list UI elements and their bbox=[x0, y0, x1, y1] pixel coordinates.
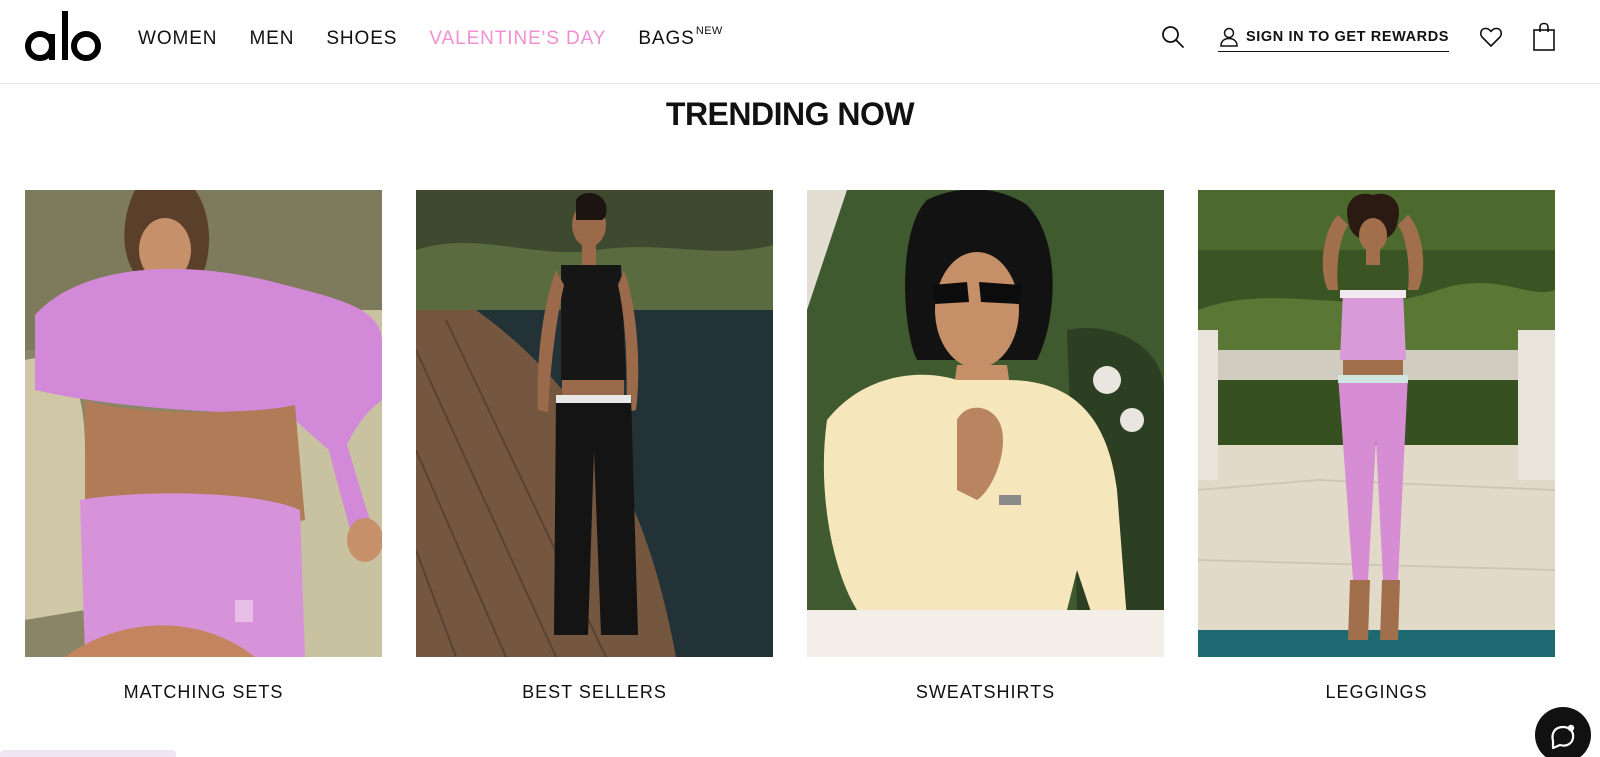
category-label-sweatshirts[interactable]: SWEATSHIRTS bbox=[807, 682, 1164, 703]
alo-logo[interactable] bbox=[24, 9, 102, 65]
category-card-matching-sets: MATCHING SETS bbox=[25, 190, 382, 703]
category-label-matching-sets[interactable]: MATCHING SETS bbox=[25, 682, 382, 703]
nav-item-women[interactable]: WOMEN bbox=[138, 26, 217, 52]
wishlist-button[interactable] bbox=[1478, 24, 1504, 50]
category-label-best-sellers[interactable]: BEST SELLERS bbox=[416, 682, 773, 703]
nav-item-men[interactable]: MEN bbox=[249, 26, 294, 52]
search-icon bbox=[1162, 26, 1184, 48]
alo-logo-mark bbox=[25, 11, 101, 61]
search-button[interactable] bbox=[1160, 24, 1186, 50]
chat-button[interactable] bbox=[1535, 707, 1591, 757]
model-pink-knit-set-image bbox=[25, 190, 382, 657]
category-card-best-sellers: BEST SELLERS bbox=[416, 190, 773, 703]
site-header: WOMEN MEN SHOES VALENTINE'S DAY BAGS NEW… bbox=[0, 0, 1600, 84]
bottom-banner-edge bbox=[0, 750, 176, 757]
nav-item-bags-label: BAGS bbox=[638, 28, 695, 49]
sign-in-rewards-link[interactable]: SIGN IN TO GET REWARDS bbox=[1218, 26, 1450, 52]
shopping-bag-icon bbox=[1533, 22, 1555, 51]
nav-item-bags[interactable]: BAGS NEW bbox=[638, 25, 722, 52]
category-label-leggings[interactable]: LEGGINGS bbox=[1198, 682, 1555, 703]
category-card-sweatshirts: SWEATSHIRTS bbox=[807, 190, 1164, 703]
category-image-leggings[interactable] bbox=[1198, 190, 1555, 657]
model-cream-sweatshirt-image bbox=[807, 190, 1164, 657]
model-black-outfit-pool-image bbox=[416, 190, 773, 657]
heart-icon bbox=[1479, 27, 1503, 47]
new-badge: NEW bbox=[695, 25, 723, 37]
category-image-best-sellers[interactable] bbox=[416, 190, 773, 657]
main-nav: WOMEN MEN SHOES VALENTINE'S DAY BAGS NEW bbox=[138, 25, 727, 52]
category-card-leggings: LEGGINGS bbox=[1198, 190, 1555, 703]
user-icon bbox=[1220, 27, 1238, 47]
chat-bubble-icon bbox=[1551, 724, 1575, 750]
section-title: TRENDING NOW bbox=[665, 96, 915, 132]
category-image-sweatshirts[interactable] bbox=[807, 190, 1164, 657]
nav-item-valentines-day[interactable]: VALENTINE'S DAY bbox=[429, 26, 606, 52]
nav-item-shoes[interactable]: SHOES bbox=[326, 26, 397, 52]
shopping-bag-button[interactable] bbox=[1532, 22, 1556, 52]
sign-in-label: SIGN IN TO GET REWARDS bbox=[1246, 29, 1450, 45]
model-pink-leggings-garden-image bbox=[1198, 190, 1555, 657]
category-image-matching-sets[interactable] bbox=[25, 190, 382, 657]
